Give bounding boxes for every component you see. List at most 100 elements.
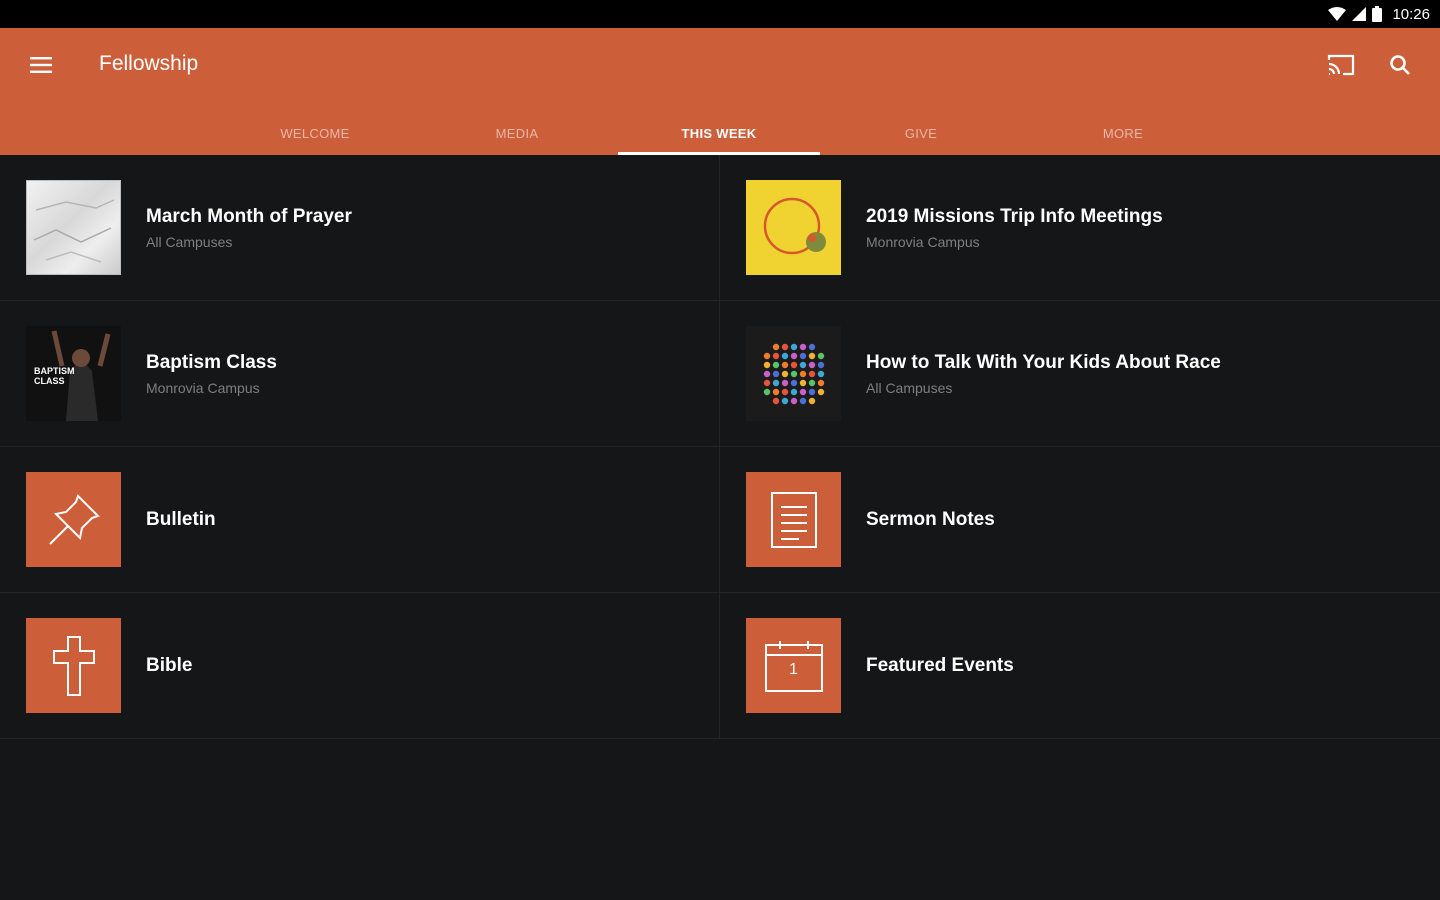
tab-bar: WELCOME MEDIA THIS WEEK GIVE MORE: [214, 112, 1224, 155]
list-item-missions-trip[interactable]: 2019 Missions Trip Info Meetings Monrovi…: [720, 155, 1440, 301]
cross-icon: [52, 635, 95, 696]
list-item-bulletin[interactable]: Bulletin: [0, 447, 720, 593]
pattern-dot: [790, 370, 798, 378]
bulletin-tile: [26, 472, 121, 567]
item-subtitle: All Campuses: [146, 234, 233, 250]
tab-media[interactable]: MEDIA: [416, 112, 618, 155]
missions-thumbnail: [746, 180, 841, 275]
pattern-dot: [799, 379, 807, 387]
pattern-dot: [817, 361, 825, 369]
pattern-dot: [772, 352, 780, 360]
pattern-dot: [763, 388, 771, 396]
pattern-dot: [799, 352, 807, 360]
tab-this-week[interactable]: THIS WEEK: [618, 112, 820, 155]
status-bar: 10:26: [0, 0, 1440, 28]
status-time: 10:26: [1392, 5, 1430, 23]
item-subtitle: Monrovia Campus: [146, 380, 260, 396]
calendar-icon: 1: [764, 639, 824, 693]
pattern-dot: [799, 343, 807, 351]
pattern-dot: [772, 370, 780, 378]
pattern-dot: [790, 343, 798, 351]
pattern-dot: [763, 379, 771, 387]
baptism-thumbnail: BAPTISM CLASS: [26, 326, 121, 421]
pattern-dot: [808, 370, 816, 378]
pattern-dot: [799, 361, 807, 369]
pattern-dot: [772, 388, 780, 396]
pattern-dot: [790, 361, 798, 369]
bible-tile: [26, 618, 121, 713]
pattern-dot: [763, 370, 771, 378]
menu-button[interactable]: [18, 46, 64, 84]
wifi-icon: [1328, 7, 1347, 21]
pattern-dot: [772, 361, 780, 369]
item-title: Baptism Class: [146, 352, 277, 373]
pattern-dot: [817, 370, 825, 378]
item-subtitle: Monrovia Campus: [866, 234, 980, 250]
status-icons: 10:26: [1328, 4, 1430, 24]
pattern-dot: [781, 379, 789, 387]
pattern-dot: [790, 352, 798, 360]
tab-give[interactable]: GIVE: [820, 112, 1022, 155]
this-week-list: March Month of Prayer All Campuses 2019 …: [0, 155, 1440, 739]
pattern-dot: [799, 397, 807, 405]
signal-icon: [1352, 7, 1367, 21]
pattern-dot: [808, 397, 816, 405]
pattern-dot: [790, 388, 798, 396]
pattern-dot: [781, 397, 789, 405]
pattern-dot: [790, 379, 798, 387]
list-item-march-month-of-prayer[interactable]: March Month of Prayer All Campuses: [0, 155, 720, 301]
hamburger-menu-icon: [30, 57, 52, 73]
pushpin-icon: [48, 493, 100, 545]
pattern-dot: [781, 361, 789, 369]
pattern-dot: [772, 379, 780, 387]
pattern-dot: [817, 352, 825, 360]
item-title: Bible: [146, 655, 193, 676]
list-item-baptism-class[interactable]: BAPTISM CLASS Baptism Class Monrovia Cam…: [0, 301, 720, 447]
pattern-dot: [808, 343, 816, 351]
pattern-dot: [763, 361, 771, 369]
calendar-day: 1: [789, 660, 798, 678]
tab-more[interactable]: MORE: [1022, 112, 1224, 155]
pattern-dot: [781, 352, 789, 360]
pattern-dot: [781, 388, 789, 396]
pattern-dot: [772, 343, 780, 351]
pattern-dot: [781, 370, 789, 378]
pattern-dot: [772, 397, 780, 405]
document-icon: [770, 491, 817, 548]
pattern-dot: [808, 388, 816, 396]
pattern-dot: [763, 352, 771, 360]
pattern-dot: [817, 379, 825, 387]
cast-button[interactable]: [1320, 46, 1362, 84]
item-subtitle: All Campuses: [866, 380, 953, 396]
item-title: Featured Events: [866, 655, 1014, 676]
pattern-dot: [817, 388, 825, 396]
race-talk-thumbnail: [746, 326, 841, 421]
list-item-talk-kids-race[interactable]: How to Talk With Your Kids About Race Al…: [720, 301, 1440, 447]
pattern-dot: [808, 379, 816, 387]
featured-events-tile: 1: [746, 618, 841, 713]
item-title: Bulletin: [146, 509, 216, 530]
pattern-dot: [808, 361, 816, 369]
pattern-dot: [790, 397, 798, 405]
app-title: Fellowship: [99, 52, 199, 75]
search-button[interactable]: [1380, 46, 1420, 84]
item-title: March Month of Prayer: [146, 206, 352, 227]
cast-icon: [1327, 54, 1355, 76]
item-title: Sermon Notes: [866, 509, 995, 530]
item-title: 2019 Missions Trip Info Meetings: [866, 206, 1163, 227]
list-item-featured-events[interactable]: 1 Featured Events: [720, 593, 1440, 739]
prayer-thumbnail: [26, 180, 121, 275]
item-title: How to Talk With Your Kids About Race: [866, 352, 1221, 373]
search-icon: [1390, 55, 1410, 75]
tab-welcome[interactable]: WELCOME: [214, 112, 416, 155]
pattern-dot: [808, 352, 816, 360]
app-bar: Fellowship WELCOME MEDIA THIS WEEK GIVE …: [0, 28, 1440, 155]
battery-icon: [1372, 6, 1383, 22]
list-item-bible[interactable]: Bible: [0, 593, 720, 739]
list-item-sermon-notes[interactable]: Sermon Notes: [720, 447, 1440, 593]
baptism-thumbnail-text: BAPTISM CLASS: [34, 366, 75, 386]
pattern-dot: [799, 388, 807, 396]
pattern-dot: [799, 370, 807, 378]
sermon-notes-tile: [746, 472, 841, 567]
pattern-dot: [781, 343, 789, 351]
